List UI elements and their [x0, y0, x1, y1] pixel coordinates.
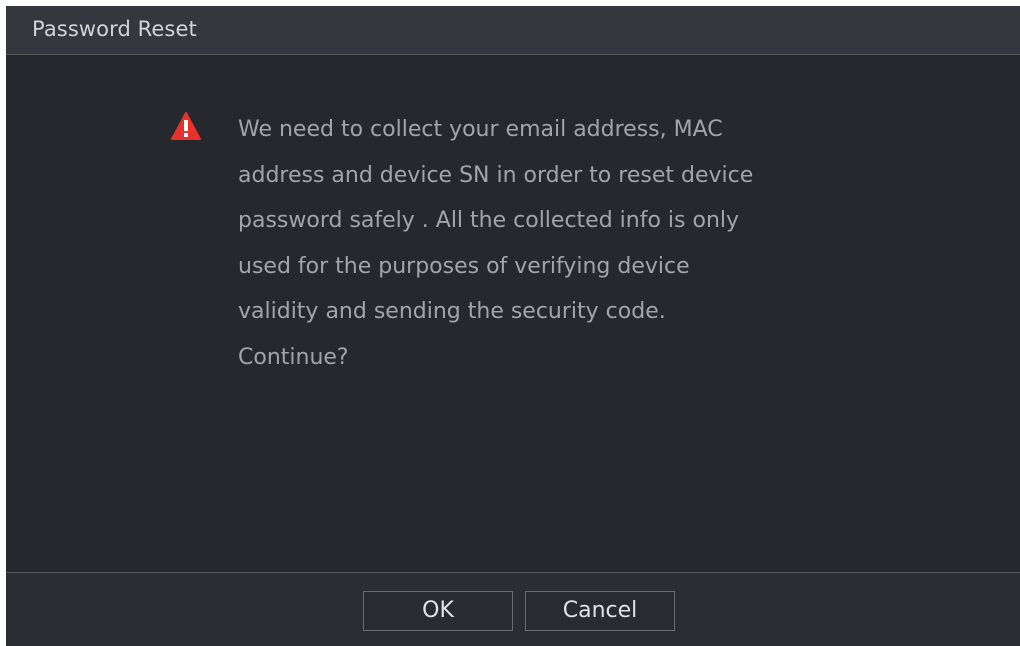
dialog-titlebar: Password Reset: [6, 6, 1020, 55]
ok-button[interactable]: OK: [363, 591, 513, 631]
dialog-title: Password Reset: [32, 17, 197, 41]
dialog-footer: OK Cancel: [6, 572, 1020, 646]
cancel-button[interactable]: Cancel: [525, 591, 675, 631]
dialog-message: We need to collect your email address, M…: [238, 117, 754, 370]
password-reset-dialog: Password Reset We need to collect your e…: [6, 6, 1020, 646]
dialog-body: We need to collect your email address, M…: [6, 55, 1020, 572]
warning-icon: [170, 111, 202, 141]
